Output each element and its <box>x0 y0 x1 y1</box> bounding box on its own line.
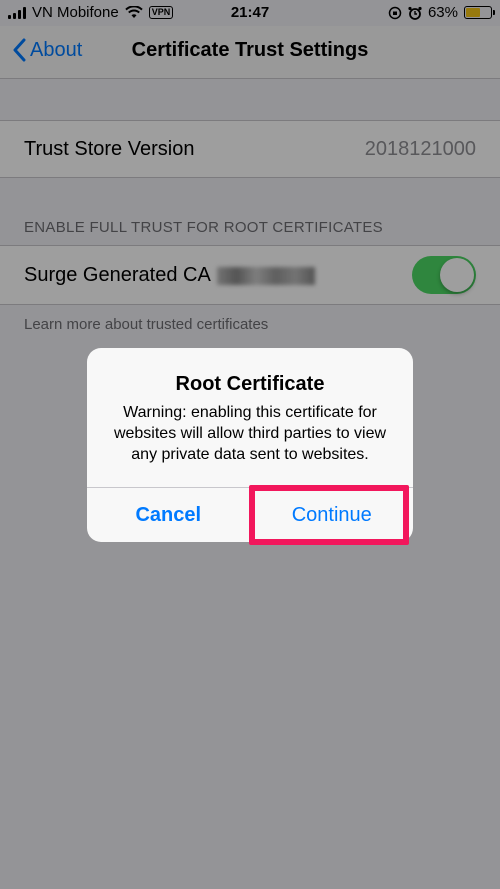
alert-message: Warning: enabling this certificate for w… <box>113 404 387 463</box>
cancel-button[interactable]: Cancel <box>87 488 251 542</box>
highlight-box <box>249 485 409 545</box>
alert-title: Root Certificate <box>175 373 325 395</box>
